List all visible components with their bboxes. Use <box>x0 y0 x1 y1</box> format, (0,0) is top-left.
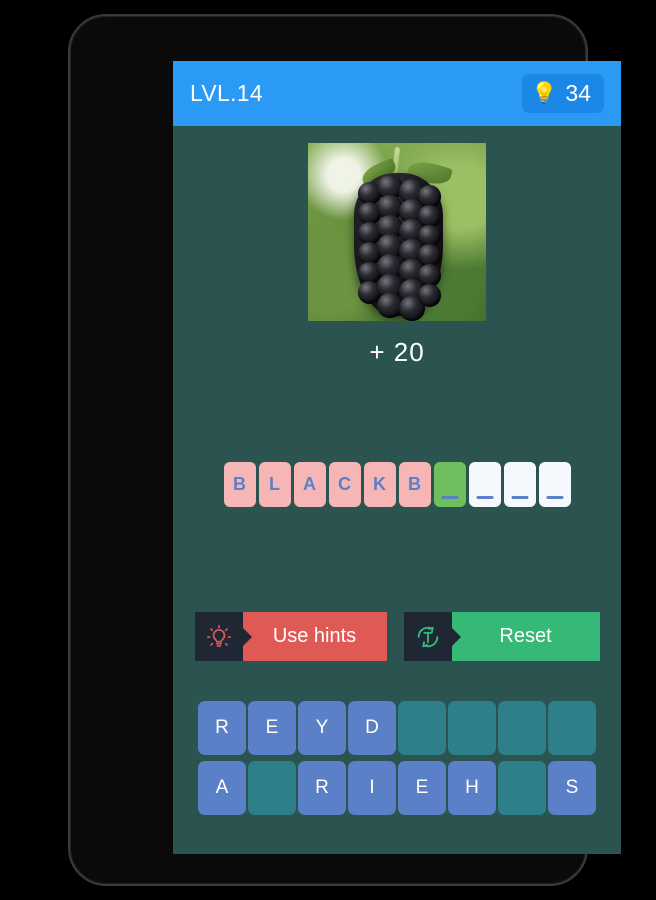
answer-slot[interactable] <box>538 462 571 507</box>
answer-slot-letter: K <box>373 474 386 494</box>
letter-key-used <box>498 701 546 755</box>
keyboard-row: REYD <box>198 701 596 755</box>
letter-key[interactable]: Y <box>298 701 346 755</box>
letter-key-used <box>248 761 296 815</box>
letter-keyboard: REYDARIEHS <box>173 701 621 815</box>
letter-key[interactable]: I <box>348 761 396 815</box>
lightbulb-icon <box>194 612 243 661</box>
letter-key[interactable]: E <box>248 701 296 755</box>
letter-key[interactable]: A <box>198 761 246 815</box>
letter-key[interactable]: D <box>348 701 396 755</box>
reset-label: Reset <box>451 612 600 661</box>
answer-slot[interactable]: B <box>398 462 431 507</box>
use-hints-label: Use hints <box>242 612 387 661</box>
answer-slot[interactable] <box>468 462 501 507</box>
action-button-row: Use hints Reset <box>173 612 621 661</box>
lightbulb-icon: 💡 <box>531 82 558 105</box>
answer-slot[interactable]: K <box>363 462 396 507</box>
letter-key-used <box>548 701 596 755</box>
reset-button[interactable]: Reset <box>403 612 600 661</box>
answer-slot-underscore <box>441 496 458 499</box>
hint-count: 34 <box>565 80 591 106</box>
berry-drupe <box>418 284 442 308</box>
app-screen: LVL.14 💡 34 + 20 B L A C K B Use hints Reset … <box>173 61 621 854</box>
app-header: LVL.14 💡 34 <box>173 61 621 126</box>
answer-slot-letter: L <box>269 474 280 494</box>
letter-key-used <box>398 701 446 755</box>
answer-slot[interactable] <box>433 462 466 507</box>
answer-slot[interactable]: A <box>293 462 326 507</box>
answer-slot-row: BLACKB <box>173 462 621 507</box>
letter-key[interactable]: S <box>548 761 596 815</box>
letter-key[interactable]: H <box>448 761 496 815</box>
answer-slot-letter: B <box>233 474 246 494</box>
berry-shape <box>354 173 444 321</box>
letter-key[interactable]: R <box>298 761 346 815</box>
answer-slot-underscore <box>476 496 493 499</box>
letter-key-used <box>498 761 546 815</box>
score-text: + 20 <box>369 337 425 367</box>
answer-slot[interactable]: L <box>258 462 291 507</box>
answer-slot-letter: B <box>408 474 421 494</box>
letter-key[interactable]: R <box>198 701 246 755</box>
answer-slot-underscore <box>511 496 528 499</box>
puzzle-image-container <box>308 143 486 321</box>
letter-key-used <box>448 701 496 755</box>
answer-slot[interactable]: C <box>328 462 361 507</box>
reset-circular-arrow-icon <box>403 612 452 661</box>
level-label: LVL.14 <box>190 80 263 106</box>
answer-slot[interactable]: B <box>223 462 256 507</box>
device-frame: LVL.14 💡 34 + 20 B L A C K B Use hints Reset … <box>68 14 621 886</box>
answer-slot-letter: A <box>303 474 316 494</box>
answer-slot-letter: C <box>338 474 351 494</box>
answer-slot-underscore <box>546 496 563 499</box>
keyboard-row: ARIEHS <box>198 761 596 815</box>
hint-badge[interactable]: 💡 34 <box>522 74 604 113</box>
use-hints-button[interactable]: Use hints <box>194 612 387 661</box>
letter-key[interactable]: E <box>398 761 446 815</box>
answer-slot[interactable] <box>503 462 536 507</box>
blackberry-photo <box>308 143 486 321</box>
